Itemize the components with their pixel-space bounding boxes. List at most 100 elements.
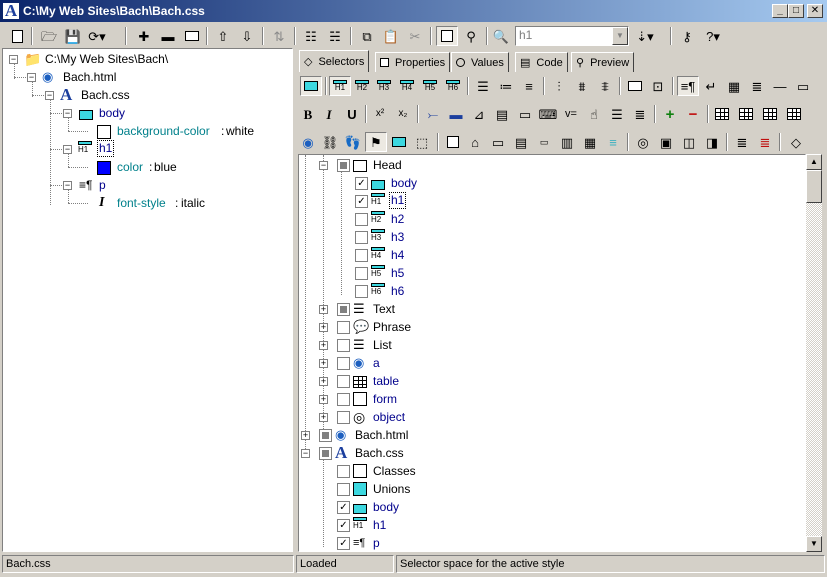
tree-item-form[interactable]: + form — [299, 390, 804, 408]
chevron-down-icon[interactable]: ▼ — [612, 27, 628, 45]
textarea-icon[interactable]: ▤ — [510, 132, 532, 152]
expand-icon[interactable]: + — [319, 413, 328, 422]
address-icon[interactable]: ≣ — [746, 76, 768, 96]
hover-icon[interactable] — [388, 132, 410, 152]
vertical-scrollbar[interactable]: ▲ ▼ — [806, 154, 822, 552]
maximize-button[interactable]: □ — [788, 4, 804, 18]
expand-icon[interactable]: + — [319, 323, 328, 332]
add-icon[interactable]: ✚ — [133, 26, 155, 46]
scroll-up-icon[interactable]: ▲ — [806, 154, 822, 170]
form-checkbox[interactable] — [337, 393, 350, 406]
tree-item-head[interactable]: − Head — [299, 156, 804, 174]
expand-icon[interactable]: + — [319, 305, 328, 314]
css-body-checkbox[interactable]: ✓ — [337, 501, 350, 514]
refresh-dropdown-icon[interactable]: ⟳▾ — [86, 26, 108, 46]
classes-checkbox[interactable] — [337, 465, 350, 478]
tab-properties[interactable]: Properties — [375, 52, 451, 72]
paragraph-button[interactable]: ≡¶ — [677, 76, 699, 96]
focus-icon[interactable]: ⬚ — [411, 132, 433, 152]
table-header-icon[interactable] — [783, 104, 805, 124]
tree-item-list[interactable]: + ☰ List — [299, 336, 804, 354]
table-cell-icon[interactable] — [759, 104, 781, 124]
tree-item-h2[interactable]: H2 h2 — [299, 210, 804, 228]
key-icon[interactable]: ⚷ — [676, 26, 698, 46]
tab-values[interactable]: Values — [451, 52, 509, 72]
close-button[interactable]: ✕ — [807, 4, 823, 18]
heading-6-button[interactable]: H6 — [442, 76, 464, 96]
tree-item-h5[interactable]: H5 h5 — [299, 264, 804, 282]
table-row-icon[interactable] — [735, 104, 757, 124]
tree-item-css-body[interactable]: ✓ body — [299, 498, 804, 516]
css-h1-checkbox[interactable]: ✓ — [337, 519, 350, 532]
add-green-icon[interactable]: + — [659, 104, 681, 124]
inline-span-icon[interactable]: ▬ — [445, 104, 467, 124]
applet-icon[interactable]: ◫ — [678, 132, 700, 152]
tree-item-object[interactable]: + ◎ object — [299, 408, 804, 426]
expand-icon[interactable]: + — [319, 359, 328, 368]
align-center-icon[interactable]: ⩩ — [571, 76, 593, 96]
strike-icon[interactable]: ⤚ — [422, 104, 444, 124]
variable-icon[interactable]: v= — [560, 104, 582, 124]
tree-item-color[interactable]: color : blue — [3, 158, 292, 176]
heading-2-button[interactable]: H2 — [351, 76, 373, 96]
tree-item-root[interactable]: − 📁 C:\My Web Sites\Bach\ — [3, 50, 292, 68]
text-lines-icon[interactable]: ☰ — [606, 104, 628, 124]
block-border-icon[interactable]: ⊡ — [647, 76, 669, 96]
visited-link-button[interactable]: ⚑ — [365, 132, 387, 152]
body-checkbox[interactable]: ✓ — [355, 177, 368, 190]
background-color-icon[interactable]: ≣ — [754, 132, 776, 152]
scroll-thumb[interactable] — [806, 170, 822, 203]
iframe-icon[interactable]: ◨ — [701, 132, 723, 152]
table-icon[interactable] — [711, 104, 733, 124]
open-folder-icon[interactable]: 🗁 — [38, 26, 60, 46]
form-icon[interactable] — [442, 132, 464, 152]
h4-checkbox[interactable] — [355, 249, 368, 262]
tree-item-font-style[interactable]: I font-style : italic — [3, 194, 292, 212]
a-checkbox[interactable] — [337, 357, 350, 370]
input-icon[interactable]: ▭ — [487, 132, 509, 152]
move-up-icon[interactable]: ⇧ — [212, 26, 234, 46]
horizontal-rule-icon[interactable]: — — [769, 76, 791, 96]
tree-item-h6[interactable]: H6 h6 — [299, 282, 804, 300]
body-selector-button[interactable] — [300, 76, 322, 96]
collapse-icon[interactable]: − — [9, 55, 18, 64]
underline-button[interactable]: U — [341, 104, 363, 124]
expand-icon[interactable]: + — [319, 395, 328, 404]
new-file-icon[interactable] — [6, 26, 28, 46]
heading-3-button[interactable]: H3 — [373, 76, 395, 96]
minimize-button[interactable]: _ — [772, 4, 788, 18]
text-block-icon[interactable]: ≣ — [629, 104, 651, 124]
tab-preview[interactable]: ⚲ Preview — [571, 52, 635, 72]
document-tree-pane[interactable]: − 📁 C:\My Web Sites\Bach\ − ◉ Bach.html … — [2, 48, 293, 552]
copy-icon[interactable]: ⧉ — [356, 26, 378, 46]
heading-5-button[interactable]: H5 — [419, 76, 441, 96]
tree-item-a[interactable]: + ◉ a — [299, 354, 804, 372]
tree-item-bach-css[interactable]: − A Bach.css — [299, 444, 804, 462]
text-color-icon[interactable]: ≣ — [731, 132, 753, 152]
heading-4-button[interactable]: H4 — [396, 76, 418, 96]
div-icon[interactable]: ▭ — [792, 76, 814, 96]
tree-item-h3[interactable]: H3 h3 — [299, 228, 804, 246]
list-checkbox[interactable] — [337, 339, 350, 352]
inspect-icon[interactable]: ⚲ — [460, 26, 482, 46]
cut-icon[interactable]: ✂ — [404, 26, 426, 46]
button-element-icon[interactable]: ▭ — [533, 132, 555, 152]
tab-selectors[interactable]: ◇ Selectors — [299, 50, 370, 72]
italic-button[interactable]: I — [318, 104, 340, 124]
tree-item-phrase[interactable]: + 💬 Phrase — [299, 318, 804, 336]
underline-style-icon[interactable]: ⊿ — [468, 104, 490, 124]
anchor-icon[interactable]: ◉ — [297, 132, 319, 152]
hand-icon[interactable]: ☝ — [583, 104, 605, 124]
text-checkbox[interactable] — [337, 303, 350, 316]
bullet-list-icon[interactable]: ☰ — [472, 76, 494, 96]
tree-item-css-h1[interactable]: ✓ H1 h1 — [299, 516, 804, 534]
h5-checkbox[interactable] — [355, 267, 368, 280]
select-icon[interactable]: ▥ — [556, 132, 578, 152]
tree-item-body[interactable]: − body — [3, 104, 292, 122]
tree-item-body[interactable]: ✓ body — [299, 174, 804, 192]
keyboard-icon[interactable]: ⌨ — [537, 104, 559, 124]
heading-1-button[interactable]: H1 — [329, 76, 351, 96]
css-p-checkbox[interactable]: ✓ — [337, 537, 350, 550]
find-next-dropdown-icon[interactable]: ⇣▾ — [634, 26, 656, 46]
tab-code[interactable]: ▤ Code — [515, 52, 568, 72]
